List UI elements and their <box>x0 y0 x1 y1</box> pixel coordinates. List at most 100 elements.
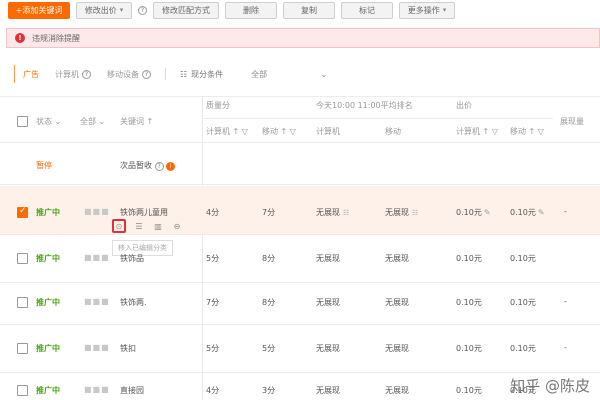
row-show: - <box>564 207 567 216</box>
chevron-down-icon: ⌄ <box>320 69 328 79</box>
row-rank-mobile: 无展现 <box>385 344 409 353</box>
row-status: 推广中 <box>36 254 60 263</box>
help-icon: ? <box>154 162 164 171</box>
row-checkbox[interactable] <box>17 385 28 396</box>
row-keyword[interactable]: 铁扣 <box>120 343 136 354</box>
select-all-checkbox[interactable] <box>17 116 28 127</box>
toolbar: +添加关键词 修改出价 ▾ ? 修改匹配方式 删除 复制 标记 更多操作 ▾ <box>0 0 600 20</box>
chevron-down-icon: ▾ <box>442 6 447 14</box>
row-rank-mobile: 无展现 <box>385 386 409 395</box>
row-divider <box>0 372 600 373</box>
row-divider <box>0 184 600 185</box>
subheader-divider <box>203 118 553 119</box>
row-quality-mobile: 5分 <box>262 344 276 353</box>
search-icon[interactable]: ⊖ <box>171 220 183 232</box>
row-rank-pc: 无展现 ☷ <box>316 207 349 218</box>
quality-mobile-label: 移动 <box>262 127 278 136</box>
tag-button[interactable]: 标记 <box>341 1 393 19</box>
chevron-down-icon: ⌄ <box>98 117 106 126</box>
modify-match-button[interactable]: 修改匹配方式 <box>153 1 219 19</box>
sort-icon: ↑ <box>146 117 154 126</box>
row-checkbox[interactable] <box>17 206 28 218</box>
row-bid-mobile[interactable]: 0.10元 <box>510 297 536 308</box>
list-icon[interactable]: ☰ <box>133 220 145 232</box>
row-quality-mobile: 8分 <box>262 254 276 263</box>
row-bid-pc[interactable]: 0.10元 ✎ <box>456 207 491 218</box>
rank-mobile-header: 移动 <box>385 127 401 136</box>
edit-icon[interactable]: ✎ <box>484 208 491 217</box>
bid-pc-header[interactable]: 计算机 ↑ ▽ <box>456 126 498 137</box>
row-bid-mobile[interactable]: 0.10元 <box>510 343 536 354</box>
row-bid-pc[interactable]: 0.10元 <box>456 343 482 354</box>
row-keyword[interactable]: 铁饰两. <box>120 297 147 308</box>
row-rank-mobile-value: 无展现 <box>385 208 409 217</box>
tab-mobile[interactable]: 移动设备? <box>99 65 159 83</box>
row-checkbox[interactable] <box>17 297 28 308</box>
row-keyword-label: 次品暂收 <box>120 161 152 170</box>
row-quality-pc: 4分 <box>206 208 220 217</box>
quality-pc-header[interactable]: 计算机 ↑ ▽ <box>206 126 248 137</box>
all-header-label: 全部 <box>80 117 96 126</box>
row-keyword[interactable]: 铁饰品 <box>120 253 144 264</box>
row-bid-mobile[interactable]: 0.10元 <box>510 253 536 264</box>
help-icon[interactable]: ? <box>138 1 147 19</box>
chevron-down-icon: ⌄ <box>54 117 62 126</box>
row-rank-pc: 无展现 <box>316 298 340 307</box>
row-checkbox[interactable] <box>17 253 28 264</box>
grid-filter[interactable]: ☷ 现分条件 <box>172 65 231 83</box>
row-show: - <box>564 297 567 306</box>
row-status: 推广中 <box>36 344 60 353</box>
filter-select[interactable]: 全部 ⌄ <box>243 65 335 83</box>
copy-button[interactable]: 复制 <box>283 1 335 19</box>
bid-header: 出价 <box>456 101 472 110</box>
row-checkbox[interactable] <box>17 343 28 354</box>
table-row: 推广中 ■■■ 铁扣 5分 5分 无展现 无展现 0.10元 0.10元 - <box>0 326 600 372</box>
tab-computer[interactable]: 计算机? <box>47 65 99 83</box>
row-quality-pc: 5分 <box>206 344 220 353</box>
modify-bid-button[interactable]: 修改出价 ▾ <box>76 1 132 19</box>
divider <box>165 68 166 80</box>
row-bid-pc[interactable]: 0.10元 <box>456 253 482 264</box>
modify-bid-label: 修改出价 <box>84 5 117 15</box>
quality-header: 质量分 <box>206 101 230 110</box>
add-keyword-button[interactable]: +添加关键词 <box>8 1 70 19</box>
bid-mobile-header[interactable]: 移动 ↑ ▽ <box>510 126 544 137</box>
delete-button[interactable]: 删除 <box>225 1 277 19</box>
row-keyword[interactable]: 铁饰两儿童用 <box>120 207 168 218</box>
filter-select-value: 全部 <box>251 69 268 79</box>
row-rank-pc: 无展现 <box>316 344 340 353</box>
rank-header: 今天10:00 11:00平均排名 <box>316 101 413 110</box>
tab-computer-label: 计算机 <box>55 69 79 79</box>
row-actions: ⊙ ☰ ▥ ⊖ <box>112 219 183 233</box>
keyword-header[interactable]: 关键词 ↑ <box>120 116 153 127</box>
row-bid-pc[interactable]: 0.10元 <box>456 385 482 396</box>
row-keyword[interactable]: 直接园 <box>120 385 144 396</box>
status-header[interactable]: 状态 ⌄ <box>36 116 61 127</box>
alert-text: 违规消除提醒 <box>32 33 80 43</box>
chart-icon[interactable]: ▥ <box>152 220 164 232</box>
row-keyword[interactable]: 次品暂收 ? i <box>120 160 176 171</box>
row-dots: ■■■ <box>84 207 110 216</box>
row-divider <box>0 282 600 283</box>
row-quality-pc: 4分 <box>206 386 220 395</box>
row-rank-pc: 无展现 <box>316 254 340 263</box>
status-header-label: 状态 <box>36 117 52 126</box>
tab-ad[interactable]: 广告 <box>14 65 47 83</box>
move-icon[interactable]: ⊙ <box>112 219 126 233</box>
row-quality-pc: 5分 <box>206 254 220 263</box>
edit-icon[interactable]: ✎ <box>538 208 545 217</box>
all-header[interactable]: 全部 ⌄ <box>80 116 105 127</box>
quality-pc-label: 计算机 <box>206 127 230 136</box>
row-bid-mobile[interactable]: 0.10元 ✎ <box>510 207 545 218</box>
row-dots: ■■■ <box>84 253 110 262</box>
more-actions-button[interactable]: 更多操作 ▾ <box>399 1 455 19</box>
quality-mobile-header[interactable]: 移动 ↑ ▽ <box>262 126 296 137</box>
row-quality-mobile: 3分 <box>262 386 276 395</box>
keyword-header-label: 关键词 <box>120 117 144 126</box>
row-bid-pc[interactable]: 0.10元 <box>456 297 482 308</box>
header-divider <box>0 96 600 97</box>
row-divider <box>0 234 600 235</box>
row-rank-pc-value: 无展现 <box>316 208 340 217</box>
row-rank-mobile: 无展现 <box>385 254 409 263</box>
row-status: 推广中 <box>36 208 60 217</box>
